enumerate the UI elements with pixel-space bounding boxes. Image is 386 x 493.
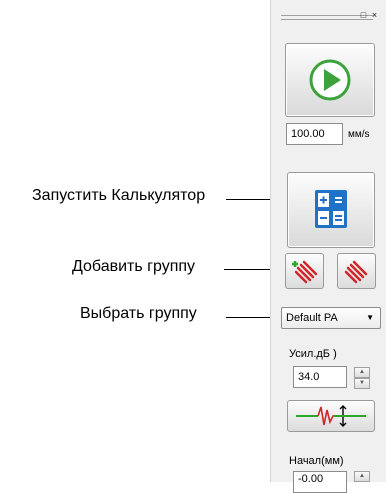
- speed-unit: мм/s: [348, 129, 370, 140]
- add-group-icon: [292, 260, 318, 284]
- calculator-button[interactable]: [287, 172, 375, 248]
- chevron-down-icon: ▼: [366, 313, 374, 322]
- start-input[interactable]: -0.00: [293, 471, 347, 493]
- gain-input[interactable]: 34.0: [293, 366, 347, 388]
- gain-spin-down[interactable]: ▼: [354, 378, 370, 389]
- restore-icon[interactable]: □: [359, 10, 368, 20]
- play-button[interactable]: [285, 43, 375, 117]
- add-group-button[interactable]: [285, 253, 324, 289]
- play-icon: [309, 59, 351, 101]
- close-icon[interactable]: ×: [370, 10, 379, 20]
- group-button[interactable]: [337, 253, 376, 289]
- speed-input[interactable]: 100.00: [286, 123, 343, 145]
- annotation-select-group: Выбрать группу: [80, 305, 197, 322]
- calculator-icon: [315, 190, 347, 228]
- start-label: Начал(мм): [289, 455, 344, 467]
- annotation-add-group: Добавить группу: [72, 258, 196, 275]
- gate-button[interactable]: [287, 400, 375, 432]
- group-icon: [344, 260, 368, 284]
- group-select-value: Default PA: [286, 312, 338, 324]
- group-select[interactable]: Default PA ▼: [281, 307, 381, 329]
- gain-label: Усил.дБ ): [289, 348, 337, 360]
- annotation-launch-calculator: Запустить Калькулятор: [32, 187, 206, 204]
- gain-spin-up[interactable]: ▲: [354, 367, 370, 378]
- start-spin-up[interactable]: ▲: [354, 471, 370, 482]
- tool-panel: □ × 100.00 мм/s Default PA ▼ Усил.дБ) 3…: [270, 0, 386, 493]
- gate-icon: [296, 405, 366, 427]
